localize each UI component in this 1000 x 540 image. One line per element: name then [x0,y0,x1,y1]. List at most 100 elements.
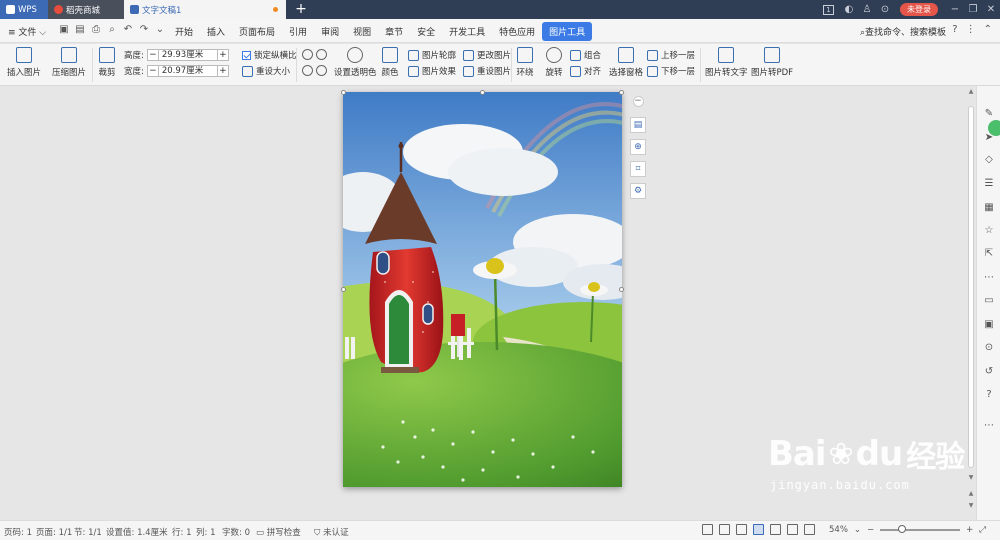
rotate-button[interactable]: 旋转 [543,47,565,78]
zoom-dropdown-icon[interactable]: ⌄ [854,525,861,535]
align-button[interactable]: 对齐 [570,65,601,77]
print-icon[interactable]: ⎙ [90,23,102,37]
picture-settings-icon[interactable]: ⚙ [630,183,646,199]
resize-handle-top[interactable] [480,90,485,95]
brightness-down-button[interactable] [302,65,316,76]
web-view-icon[interactable] [787,524,798,535]
help-circle-icon[interactable]: ? [983,389,995,401]
redo-icon[interactable]: ↷ [138,23,150,37]
assistant-badge-icon[interactable] [988,120,1000,136]
tab-daoke-mall[interactable]: 稻壳商城 [48,0,124,19]
export-pdf-icon[interactable]: ▤ [74,23,86,37]
outline-view-icon[interactable] [719,524,730,535]
status-col[interactable]: 列: 1 [196,526,215,538]
zoom-slider[interactable] [880,524,961,533]
height-input[interactable]: 29.93厘米 [158,49,217,61]
prev-page-icon[interactable]: ▲ [967,490,975,497]
scroll-down-icon[interactable]: ▼ [967,474,975,481]
menu-start[interactable]: 开始 [168,22,200,41]
archive-icon[interactable]: ▭ [983,295,995,307]
insert-picture-button[interactable]: 插入图片 [4,47,44,78]
minimize-icon[interactable]: − [946,0,964,19]
shirt-icon[interactable]: ♙ [858,0,876,19]
fit-width-icon[interactable]: ⤢ [979,525,986,535]
more-dots-icon[interactable]: ⋯ [983,420,995,432]
status-word-count[interactable]: 字数: 0 [222,526,250,538]
reset-picture-button[interactable]: 重设图片 [463,65,511,77]
help-icon[interactable]: ? [952,24,957,35]
width-stepper[interactable]: 宽度: − 20.97厘米 + [124,65,229,77]
command-search[interactable]: ⌕查找命令、搜索模板 [860,25,946,38]
login-button[interactable]: 未登录 [900,3,938,16]
zoom-level[interactable]: 54% [829,525,848,535]
width-input[interactable]: 20.97厘米 [158,65,217,77]
menu-page-layout[interactable]: 页面布局 [232,22,282,41]
height-stepper[interactable]: 高度: − 29.93厘米 + [124,49,229,61]
menu-picture-tools[interactable]: 图片工具 [542,22,593,41]
menu-insert[interactable]: 插入 [200,22,232,41]
bring-forward-button[interactable]: 上移一层 [647,49,695,61]
fullscreen-view-icon[interactable] [702,524,713,535]
status-row[interactable]: 行: 1 [172,526,191,538]
layout-options-icon[interactable]: ▤ [630,117,646,133]
height-increase-button[interactable]: + [216,49,229,61]
more-icon[interactable]: ⋮ [966,24,976,35]
page-view-icon[interactable] [753,524,764,535]
shapes-icon[interactable]: ◇ [983,154,995,166]
crop-button[interactable]: 裁剪 [96,47,118,78]
group-button[interactable]: 组合 [570,49,601,61]
next-page-icon[interactable]: ▼ [967,502,975,509]
eye-protect-icon[interactable] [804,524,815,535]
contrast-down-button[interactable] [316,65,330,76]
edit-view-icon[interactable] [736,524,747,535]
picture-effect-button[interactable]: 图片效果 [408,65,456,77]
history-icon[interactable]: ↺ [983,366,995,378]
adjust-icon[interactable]: ☰ [983,178,995,190]
status-setting-value[interactable]: 设置值: 1.4厘米 [106,526,168,538]
resize-handle-right[interactable] [619,287,624,292]
selected-picture[interactable] [343,92,622,487]
tab-wps[interactable]: WPS [0,0,48,19]
crop-picture-icon[interactable]: ⌗ [630,161,646,177]
height-decrease-button[interactable]: − [146,49,159,61]
share-out-icon[interactable]: ⇱ [983,248,995,260]
preview-icon[interactable]: ⌕ [106,23,118,37]
width-decrease-button[interactable]: − [146,65,159,77]
brightness-up-button[interactable] [302,49,316,60]
select-pane-button[interactable]: 选择窗格 [609,47,643,78]
resize-handle-top-right[interactable] [619,90,624,95]
menu-dev-tools[interactable]: 开发工具 [442,22,492,41]
menu-section[interactable]: 章节 [378,22,410,41]
new-tab-button[interactable]: + [294,0,308,19]
lock-ratio-checkbox[interactable]: 锁定纵横比 [242,49,297,61]
change-picture-button[interactable]: 更改图片 [463,49,511,61]
dashes-icon[interactable]: ⋯ [983,272,995,284]
skin-icon[interactable]: ◐ [840,0,858,19]
certification-status[interactable]: ⛉ 未认证 [314,526,349,538]
pen-icon[interactable]: ✎ [983,108,995,120]
zoom-slider-knob[interactable] [898,524,907,533]
color-button[interactable]: 颜色 [378,47,402,78]
share-icon[interactable]: ⊙ [876,0,894,19]
save-icon[interactable]: ▣ [58,23,70,37]
download-icon[interactable]: ⊙ [983,342,995,354]
scroll-up-icon[interactable]: ▲ [967,88,975,95]
tab-document[interactable]: 文字文稿1 [124,0,286,19]
layout-icon[interactable]: ▦ [983,202,995,214]
undo-icon[interactable]: ↶ [122,23,134,37]
contrast-up-button[interactable] [316,49,330,60]
zoom-out-icon[interactable]: − [867,525,874,535]
menu-special-apps[interactable]: 特色应用 [492,22,542,41]
width-increase-button[interactable]: + [216,65,229,77]
restore-icon[interactable]: ❐ [964,0,982,19]
resize-handle-top-left[interactable] [341,90,346,95]
read-view-icon[interactable] [770,524,781,535]
status-page-number[interactable]: 页码: 1 [4,526,32,538]
spell-check-button[interactable]: ▭ 拼写检查 [256,526,301,538]
picture-to-text-button[interactable]: 图片转文字 [705,47,748,78]
wrap-button[interactable]: 环绕 [514,47,536,78]
menu-security[interactable]: 安全 [410,22,442,41]
compress-picture-button[interactable]: 压缩图片 [50,47,88,78]
zoom-picture-icon[interactable]: ⊕ [630,139,646,155]
picture-outline-button[interactable]: 图片轮廓 [408,49,456,61]
